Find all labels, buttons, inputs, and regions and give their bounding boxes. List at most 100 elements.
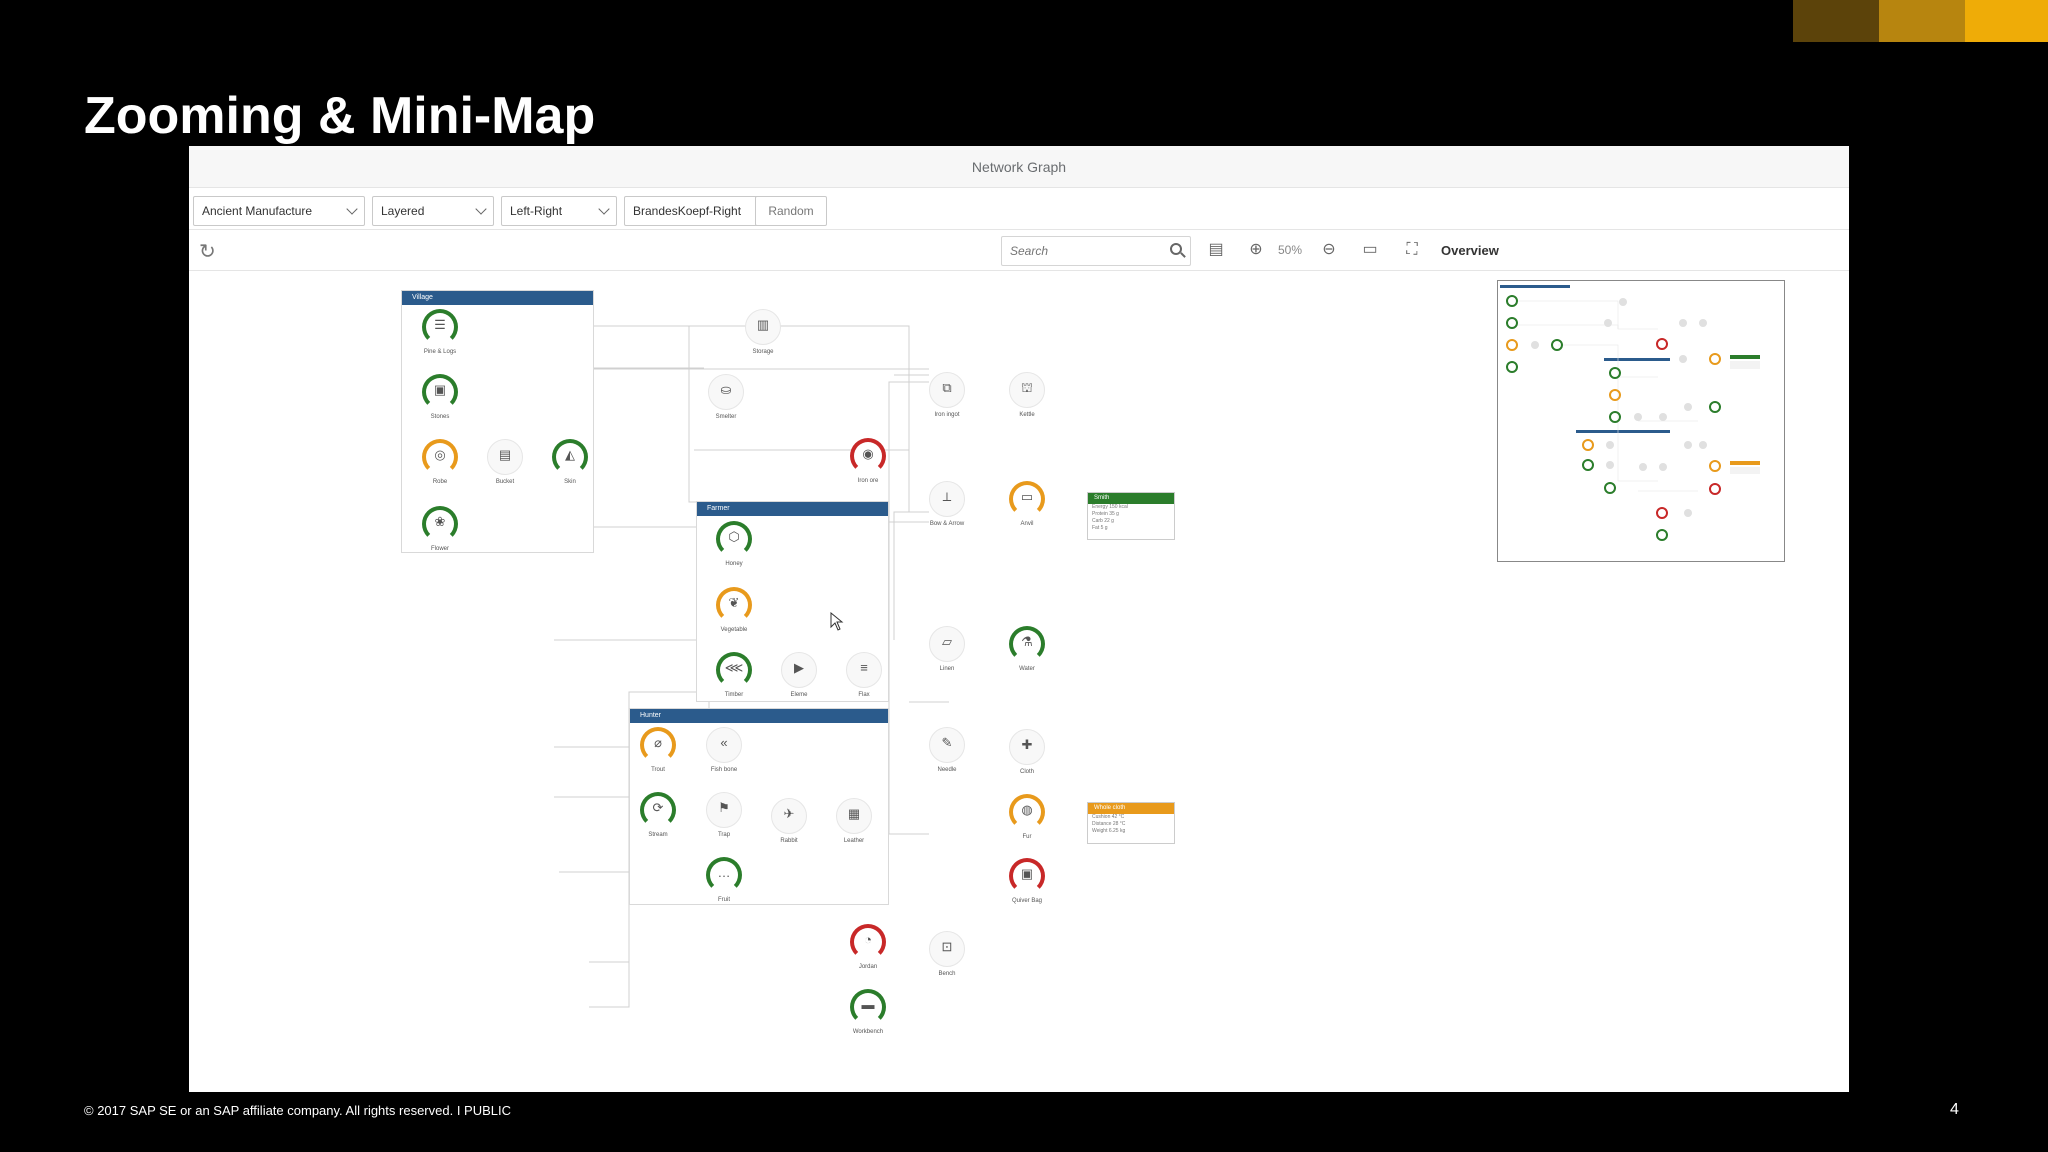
node-label: Water [1019,666,1035,672]
node-label: Cloth [1019,769,1034,775]
card-row: Energy 150 kcal [1092,504,1128,510]
card-row: Carb 22 g [1092,518,1114,524]
graph-node[interactable]: ☰ Pine & Logs [420,307,460,355]
graph-toolbar: Ancient Manufacture Layered Left-Right B… [189,190,1849,230]
graph-node[interactable]: ▬ Workbench [848,987,888,1035]
fullscreen-icon[interactable]: ⛶ [1401,239,1423,261]
graph-node[interactable]: ⋘ Timber [714,650,754,698]
graph-node[interactable]: « Fish bone [704,725,744,773]
node-icon: ⟂ [942,489,952,504]
graph-node[interactable]: ⛫ Kettle [1007,370,1047,418]
graph-node[interactable]: ⌀ Trout [638,725,678,773]
graph-node[interactable]: ✎ Needle [927,725,967,773]
node-icon: ❀ [434,514,446,529]
node-label: Stones [430,414,450,420]
graph-node[interactable]: ⊡ Bench [927,929,967,977]
card-row: Cushion 42 °C [1092,814,1125,820]
node-icon: ◭ [565,447,575,462]
graph-node[interactable]: ▶ Eleme [779,650,819,698]
card-header: Smith [1088,493,1174,504]
search-icon[interactable] [1170,243,1182,255]
node-icon: ✚ [1021,737,1033,752]
card-row: Fat 5 g [1092,525,1108,531]
graph-node[interactable]: ▦ Leather [834,796,874,844]
overview-label: Overview [1441,243,1499,258]
node-icon: ◔ [864,932,872,947]
dataset-select[interactable]: Ancient Manufacture [193,196,365,226]
mini-map[interactable] [1497,280,1785,562]
node-label: Vegetable [720,627,748,633]
node-label: Bow & Arrow [929,521,965,527]
graph-node[interactable]: ✚ Cloth [1007,727,1047,775]
zoom-out-icon[interactable]: ⊖ [1318,239,1340,261]
graph-node[interactable]: ◉ Iron ore [848,436,888,484]
detail-card[interactable]: Smith Energy 150 kcal Protein 35 g Carb … [1087,492,1175,540]
chevron-down-icon [475,203,487,215]
graph-canvas[interactable]: Village Farmer Hunter ☰ Pine & Logs ▣ Ston… [189,272,1429,1092]
alignment-select-value: BrandesKoepf-Right [633,204,742,218]
graph-node[interactable]: ⟳ Stream [638,790,678,838]
graph-node[interactable]: ≡ Flax [844,650,884,698]
graph-node[interactable]: ✈ Rabbit [769,796,809,844]
node-label: Smelter [715,414,737,420]
graph-node[interactable]: ▤ Bucket [485,437,525,485]
graph-node[interactable]: … Fruit [704,855,744,903]
layout-select[interactable]: Layered [372,196,494,226]
corner-bar-light [1965,0,2048,42]
graph-node[interactable]: ◭ Skin [550,437,590,485]
graph-node[interactable]: ▣ Stones [420,372,460,420]
zoom-in-icon[interactable]: ⊕ [1245,239,1267,261]
card-header: Whole cloth [1088,803,1174,814]
search-box[interactable] [1001,236,1191,266]
node-label: Workbench [852,1029,884,1035]
node-label: Fish bone [710,767,738,773]
node-icon: ▭ [1020,489,1034,504]
graph-node[interactable]: ⚗ Water [1007,624,1047,672]
graph-node[interactable]: ▭ Anvil [1007,479,1047,527]
node-label: Pine & Logs [423,349,457,355]
node-icon: ❦ [728,595,740,610]
node-icon: ⬡ [728,529,740,544]
layout-select-value: Layered [381,204,425,218]
graph-node[interactable]: ❦ Vegetable [714,585,754,633]
graph-node[interactable]: ▱ Linen [927,624,967,672]
node-icon: ◍ [1021,802,1033,817]
node-icon: ◎ [434,447,446,462]
node-icon: ▬ [861,997,875,1012]
node-label: Needle [937,767,957,773]
node-icon: ▣ [1020,866,1034,881]
graph-node[interactable]: ❀ Flower [420,504,460,552]
card-row: Weight 6.25 kg [1092,828,1126,834]
node-label: Quiver Bag [1011,898,1042,904]
fit-screen-icon[interactable]: ▭ [1359,239,1381,261]
node-label: Flax [858,692,870,698]
node-icon: ⟳ [652,800,664,815]
corner-bar-mid [1879,0,1965,42]
graph-node[interactable]: ⛀ Smelter [706,372,746,420]
graph-node[interactable]: ◎ Robe [420,437,460,485]
node-icon: ▱ [942,634,952,649]
network-graph-app: Network Graph Ancient Manufacture Layere… [189,146,1849,1092]
graph-node[interactable]: ▣ Quiver Bag [1007,856,1047,904]
legend-icon[interactable]: ▤ [1205,239,1227,261]
graph-node[interactable]: ⬡ Honey [714,519,754,567]
search-input[interactable] [1002,237,1152,265]
node-label: Fruit [718,897,730,903]
graph-node[interactable]: ⟂ Bow & Arrow [927,479,967,527]
app-title: Network Graph [189,146,1849,188]
graph-node[interactable]: ⚑ Trap [704,790,744,838]
node-label: Kettle [1019,412,1035,418]
node-label: Storage [752,349,774,355]
graph-node[interactable]: ◍ Fur [1007,792,1047,840]
node-icon: ⧉ [942,380,952,395]
detail-card[interactable]: Whole cloth Cushion 42 °C Distance 28 °C… [1087,802,1175,844]
graph-node[interactable]: ▥ Storage [743,307,783,355]
group-header: Hunter [630,709,888,723]
random-button[interactable]: Random [755,196,827,226]
orientation-select[interactable]: Left-Right [501,196,617,226]
refresh-icon[interactable]: ↻ [199,239,216,264]
node-icon: … [717,865,731,880]
node-icon: ⚗ [1021,634,1033,649]
graph-node[interactable]: ⧉ Iron ingot [927,370,967,418]
graph-node[interactable]: ◔ Jordan [848,922,888,970]
